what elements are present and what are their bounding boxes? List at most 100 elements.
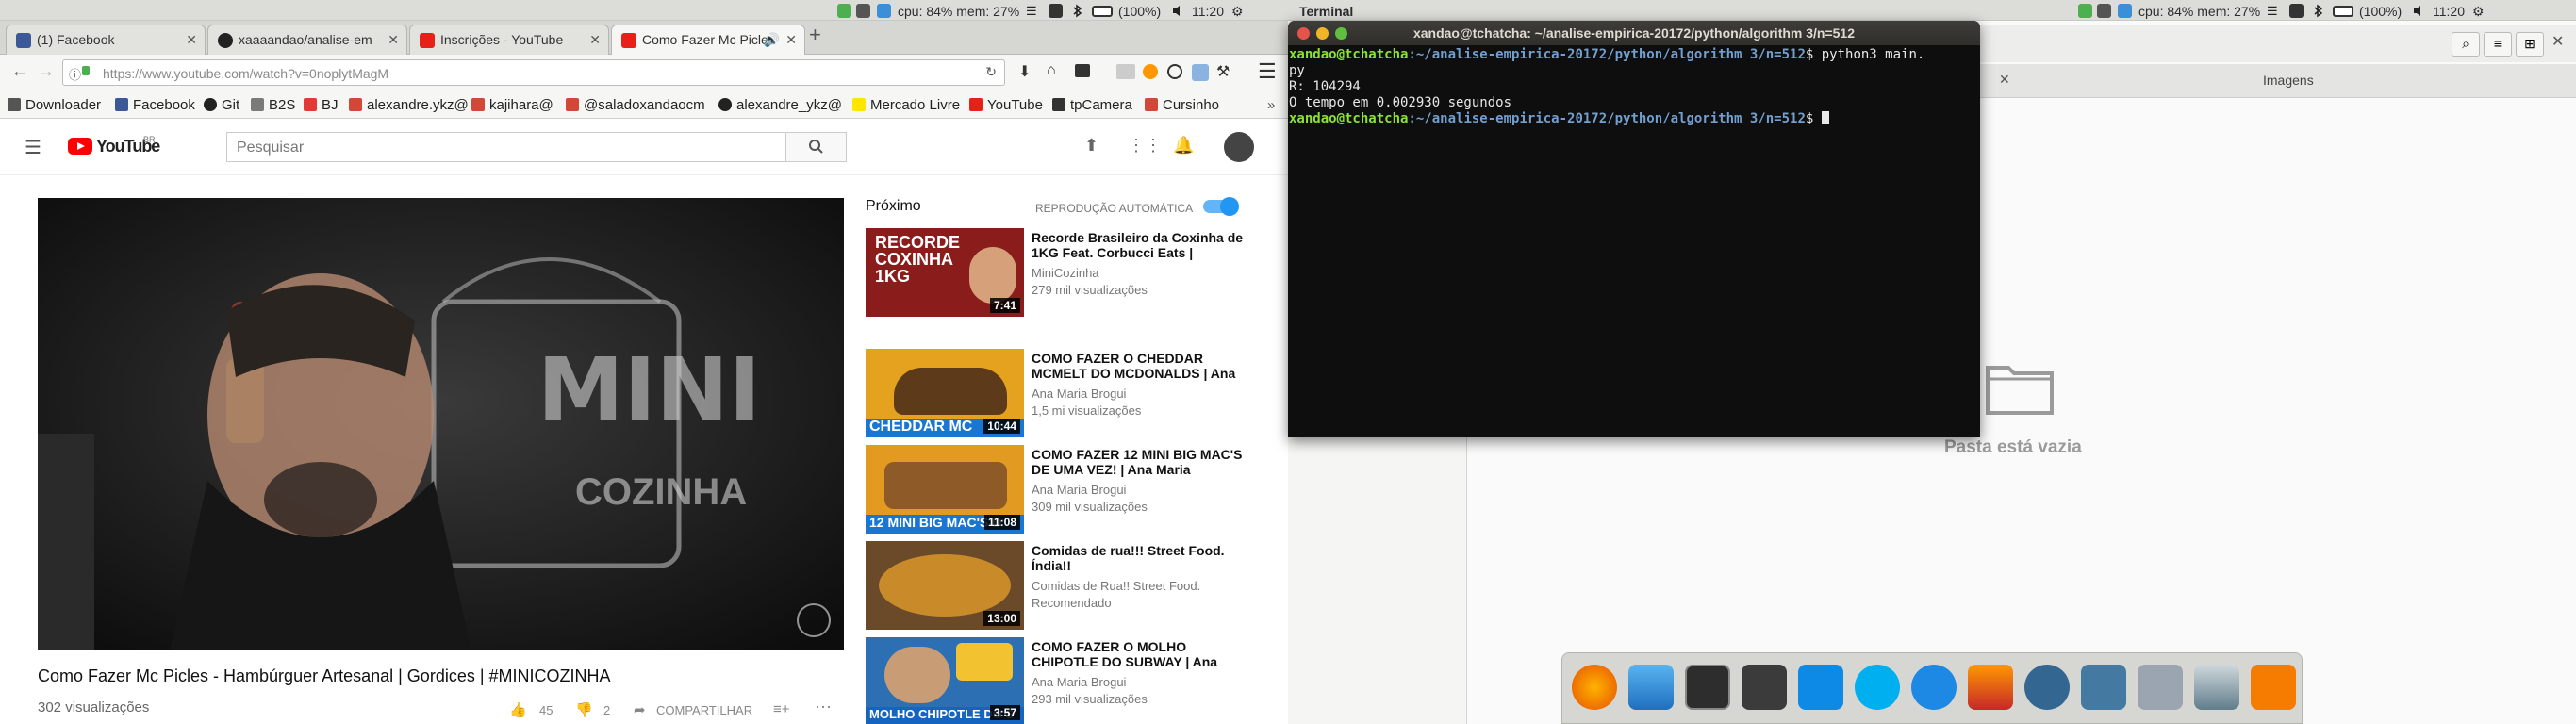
bookmark-github-user[interactable]: alexandre_ykz@ <box>718 97 842 113</box>
thumbnail[interactable]: RECORDE COXINHA 1KG 7:41 <box>866 228 1024 317</box>
dislike-icon[interactable]: 👎 <box>575 701 593 718</box>
more-options-icon[interactable]: ⋯ <box>815 698 832 717</box>
skype-icon[interactable] <box>1855 665 1900 710</box>
keyboard-layout-icon[interactable] <box>2289 4 2304 18</box>
apps-grid-icon[interactable]: ⋮⋮ <box>1128 136 1162 156</box>
bookmark-gmail-3[interactable]: @saladoxandaocm <box>566 97 705 113</box>
youtube-search-button[interactable] <box>786 132 847 162</box>
youtube-logo-icon[interactable] <box>68 138 92 155</box>
vpn-icon[interactable] <box>1167 64 1182 79</box>
suggestion-channel[interactable]: Comidas de Rua!! Street Food. <box>1032 579 1200 593</box>
avatar[interactable] <box>1224 132 1254 162</box>
bookmarks-overflow-icon[interactable]: » <box>1267 97 1275 113</box>
upload-icon[interactable]: ⬆ <box>1084 136 1098 156</box>
download-icon[interactable]: ⬇ <box>1018 62 1031 81</box>
sublime-text-icon[interactable] <box>1742 665 1787 710</box>
add-to-playlist-icon[interactable]: ≡+ <box>773 701 790 717</box>
new-tab-button[interactable]: + <box>809 23 821 47</box>
cpu-monitor[interactable]: cpu: 84% mem: 27% <box>898 4 1019 19</box>
share-button[interactable]: COMPARTILHAR <box>656 703 752 717</box>
finder-icon[interactable] <box>1628 665 1674 710</box>
firefox-icon[interactable] <box>1572 665 1617 710</box>
video-player[interactable]: MINI COZINHA <box>38 198 844 650</box>
suggestion-channel[interactable]: Ana Maria Brogui <box>1032 483 1126 497</box>
network-icon[interactable] <box>2138 665 2183 710</box>
close-window-icon[interactable]: ✕ <box>2551 32 2564 51</box>
suggestion-channel[interactable]: Ana Maria Brogui <box>1032 387 1126 401</box>
notifications-bell-icon[interactable]: 🔔 <box>1173 136 1194 156</box>
info-icon[interactable]: ⓘ <box>69 65 81 83</box>
tools-icon[interactable]: ⚒ <box>1216 62 1230 81</box>
menu-hamburger-icon[interactable]: ☰ <box>1258 59 1277 84</box>
home-icon[interactable]: ⌂ <box>1047 62 1056 79</box>
update-icon[interactable] <box>837 4 851 18</box>
forward-arrow-icon[interactable]: → <box>38 61 55 81</box>
bookmark-git[interactable]: Git <box>204 97 239 113</box>
bookmark-cursinho[interactable]: Cursinho <box>1145 97 1219 113</box>
bookmark-facebook[interactable]: Facebook <box>115 97 195 113</box>
firefox-extension-icon[interactable] <box>1143 64 1158 79</box>
url-bar[interactable]: ⓘ https://www.youtube.com/watch?v=0noply… <box>62 59 1005 86</box>
addon-icon[interactable] <box>1192 64 1209 81</box>
maximize-button[interactable] <box>1335 27 1347 40</box>
bookmark-gmail-2[interactable]: kajihara@ <box>471 97 553 113</box>
chat-icon[interactable] <box>856 4 870 18</box>
tab-facebook[interactable]: (1) Facebook ✕ <box>6 25 206 55</box>
teamviewer-icon[interactable] <box>877 4 891 18</box>
dropbox-icon[interactable] <box>1798 665 1843 710</box>
update-icon[interactable] <box>2078 4 2092 18</box>
bookmark-gmail-1[interactable]: alexandre.ykz@ <box>349 97 469 113</box>
suggestion-channel[interactable]: MiniCozinha <box>1032 266 1099 280</box>
suggestion-title[interactable]: Comidas de rua!!! Street Food. Índia!! <box>1032 543 1244 573</box>
keyboard-layout-icon[interactable] <box>1049 4 1063 18</box>
battery-icon[interactable] <box>1092 6 1113 17</box>
suggestion-item[interactable]: CHEDDAR MC 10:44 COMO FAZER O CHEDDAR MC… <box>866 349 1262 443</box>
extension-icon[interactable] <box>1075 64 1090 77</box>
like-icon[interactable]: 👍 <box>509 701 527 718</box>
terminal-window[interactable]: xandao@tchatcha: ~/analise-empirica-2017… <box>1288 21 1980 437</box>
git-app-icon[interactable] <box>2251 665 2296 710</box>
bookmark-tpcamera[interactable]: tpCamera <box>1052 97 1132 113</box>
bookmark-youtube[interactable]: YouTube <box>969 97 1043 113</box>
tab-active-video[interactable]: Como Fazer Mc Picle 🔊 ✕ <box>611 25 805 55</box>
minimize-button[interactable] <box>1316 27 1329 40</box>
channel-watermark-icon[interactable] <box>797 603 831 637</box>
reload-icon[interactable]: ↻ <box>985 64 997 80</box>
tab-images[interactable]: Imagens <box>2263 73 2314 88</box>
close-icon[interactable]: ✕ <box>785 32 797 48</box>
list-view-icon[interactable]: ≡ <box>2484 32 2512 57</box>
tab-github[interactable]: xaaaandao/analise-em ✕ <box>207 25 407 55</box>
youtube-search-input[interactable]: Pesquisar <box>226 132 786 162</box>
suggestion-title[interactable]: Recorde Brasileiro da Coxinha de 1KG Fea… <box>1032 230 1244 260</box>
bookmark-mercado-livre[interactable]: Mercado Livre <box>852 97 960 113</box>
suggestion-item[interactable]: 12 MINI BIG MAC'S D 11:08 COMO FAZER 12 … <box>866 445 1262 539</box>
volume-icon[interactable] <box>1171 4 1185 18</box>
terminal-title[interactable]: xandao@tchatcha: ~/analise-empirica-2017… <box>1288 21 1980 45</box>
close-icon[interactable]: ✕ <box>388 32 399 48</box>
matlab-icon[interactable] <box>1968 665 2013 710</box>
suggestion-item[interactable]: RECORDE COXINHA 1KG 7:41 Recorde Brasile… <box>866 228 1262 322</box>
close-icon[interactable]: ✕ <box>1999 72 2010 88</box>
suggestion-channel[interactable]: Ana Maria Brogui <box>1032 675 1126 689</box>
wifi-icon[interactable]: ☰ <box>1026 4 1040 18</box>
back-arrow-icon[interactable]: ← <box>11 61 28 81</box>
youtube-menu-icon[interactable]: ☰ <box>25 136 41 159</box>
bookmark-downloader[interactable]: Downloader <box>8 97 101 113</box>
suggestion-title[interactable]: COMO FAZER O CHEDDAR MCMELT DO MCDONALDS… <box>1032 351 1244 381</box>
chat-icon[interactable] <box>2097 4 2111 18</box>
mysql-workbench-icon[interactable] <box>2081 665 2126 710</box>
terminal-icon[interactable] <box>1685 665 1730 710</box>
bookmark-b2s[interactable]: B2S <box>251 97 295 113</box>
clock[interactable]: 11:20 <box>2433 4 2465 19</box>
wifi-icon[interactable]: ☰ <box>2267 4 2281 18</box>
postgresql-icon[interactable] <box>2024 665 2070 710</box>
bluetooth-icon[interactable] <box>1070 4 1084 18</box>
grid-view-icon[interactable]: ⊞ <box>2516 32 2544 57</box>
teamviewer-icon[interactable] <box>1911 665 1957 710</box>
tab-youtube-subs[interactable]: Inscrições - YouTube ✕ <box>409 25 609 55</box>
search-icon[interactable]: ⌕ <box>2452 32 2480 57</box>
speaker-icon[interactable]: 🔊 <box>764 32 780 48</box>
battery-icon[interactable] <box>2333 6 2353 17</box>
clock[interactable]: 11:20 <box>1192 4 1224 19</box>
close-icon[interactable]: ✕ <box>186 32 197 48</box>
